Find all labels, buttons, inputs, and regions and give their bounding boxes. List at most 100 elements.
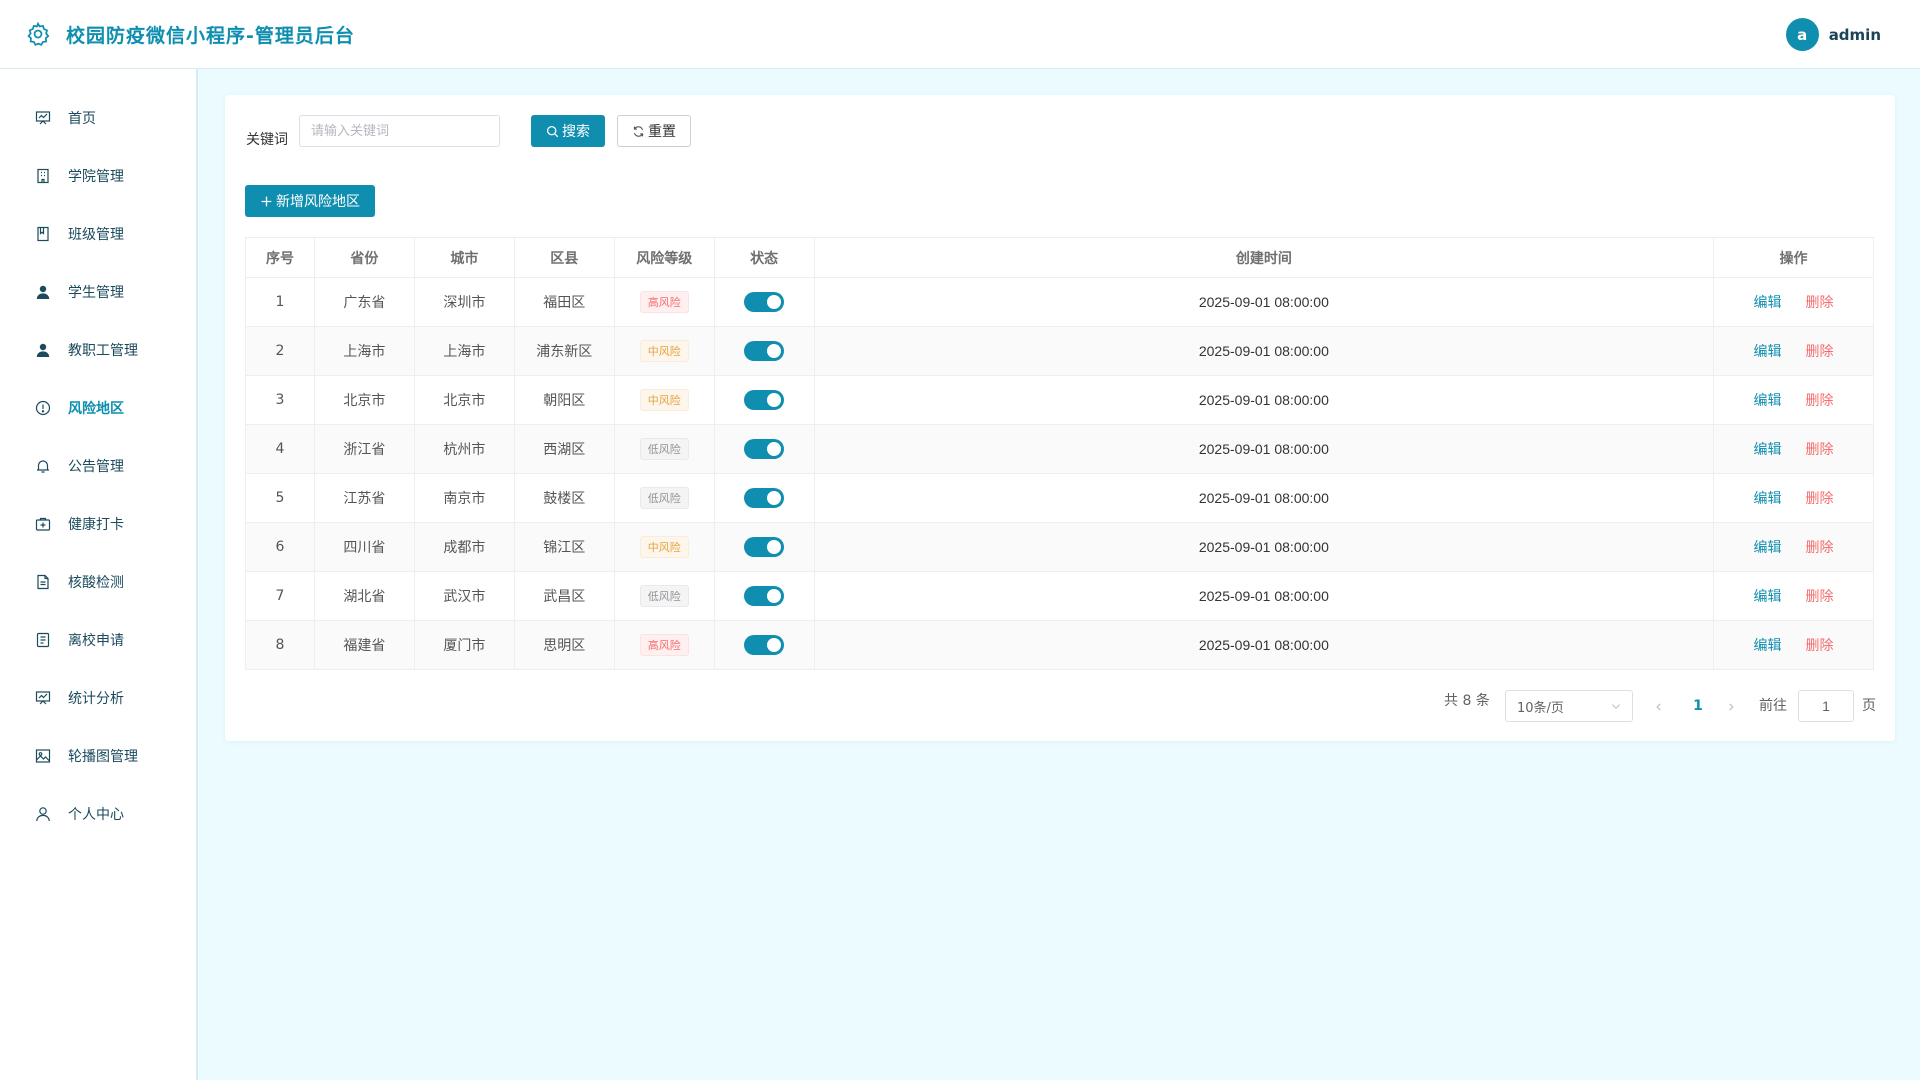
sidebar-item-11[interactable]: 轮播图管理	[0, 736, 196, 776]
goto-page-input[interactable]	[1798, 690, 1854, 722]
delete-button[interactable]: 删除	[1806, 439, 1834, 459]
sidebar-item-10[interactable]: 统计分析	[0, 678, 196, 718]
building-icon	[34, 167, 52, 185]
delete-button[interactable]: 删除	[1806, 390, 1834, 410]
delete-button[interactable]: 删除	[1806, 292, 1834, 312]
app-title: 校园防疫微信小程序-管理员后台	[66, 24, 355, 47]
risk-cell: 中风险	[614, 376, 715, 425]
picture-icon	[34, 747, 52, 765]
document-icon	[34, 573, 52, 591]
first-aid-kit-icon	[34, 515, 52, 533]
edit-button[interactable]: 编辑	[1754, 635, 1782, 655]
sidebar-item-4[interactable]: 教职工管理	[0, 330, 196, 370]
delete-button[interactable]: 删除	[1806, 537, 1834, 557]
province-cell: 四川省	[314, 523, 415, 572]
sidebar-item-5[interactable]: 风险地区	[0, 388, 196, 428]
sidebar-item-label: 首页	[68, 111, 96, 127]
sidebar-item-2[interactable]: 班级管理	[0, 214, 196, 254]
sidebar-item-8[interactable]: 核酸检测	[0, 562, 196, 602]
sidebar-item-label: 学生管理	[68, 285, 124, 301]
delete-button[interactable]: 删除	[1806, 488, 1834, 508]
sidebar-item-12[interactable]: 个人中心	[0, 794, 196, 834]
book-icon	[34, 225, 52, 243]
status-toggle[interactable]	[744, 439, 785, 459]
keyword-label: 关键词	[246, 132, 288, 148]
risk-cell: 低风险	[614, 425, 715, 474]
brand: 校园防疫微信小程序-管理员后台	[24, 20, 355, 48]
sidebar-item-7[interactable]: 健康打卡	[0, 504, 196, 544]
avatar[interactable]: a	[1785, 18, 1819, 51]
pagination-total: 共 8 条	[1444, 693, 1490, 709]
column-header: 状态	[714, 238, 815, 278]
status-toggle[interactable]	[744, 390, 785, 410]
edit-button[interactable]: 编辑	[1754, 586, 1782, 606]
risk-level-tag: 低风险	[639, 487, 689, 509]
sidebar-item-label: 健康打卡	[68, 517, 124, 533]
created-time-cell: 2025-09-01 08:00:00	[814, 474, 1715, 523]
sidebar-item-label: 风险地区	[68, 401, 124, 417]
status-cell	[714, 572, 815, 621]
status-toggle[interactable]	[744, 537, 785, 557]
main-card: 关键词 搜索 重置 新增风险地区 序号省份城市区县风险等级状态创建时间操作 1广…	[225, 95, 1895, 741]
district-cell: 浦东新区	[514, 327, 615, 376]
actions-cell: 编辑 删除	[1714, 621, 1874, 670]
page-number[interactable]: 1	[1688, 690, 1708, 722]
edit-button[interactable]: 编辑	[1754, 292, 1782, 312]
toggle-knob	[767, 491, 782, 505]
toggle-knob	[767, 344, 782, 358]
created-time-cell: 2025-09-01 08:00:00	[814, 523, 1715, 572]
sidebar-item-0[interactable]: 首页	[0, 98, 196, 138]
status-toggle[interactable]	[744, 341, 785, 361]
delete-button[interactable]: 删除	[1806, 341, 1834, 361]
status-toggle[interactable]	[744, 488, 785, 508]
edit-button[interactable]: 编辑	[1754, 439, 1782, 459]
delete-button[interactable]: 删除	[1806, 635, 1834, 655]
table-row: 2 上海市 上海市 浦东新区 中风险 2025-09-01 08:00:00 编辑 删除	[246, 327, 1874, 376]
risk-level-tag: 中风险	[639, 389, 689, 411]
province-cell: 广东省	[314, 278, 415, 327]
city-cell: 成都市	[414, 523, 515, 572]
prev-page-button[interactable]	[1649, 690, 1669, 722]
sidebar-item-9[interactable]: 离校申请	[0, 620, 196, 660]
sidebar-item-3[interactable]: 学生管理	[0, 272, 196, 312]
column-header: 序号	[246, 238, 315, 278]
column-header: 创建时间	[814, 238, 1715, 278]
province-cell: 浙江省	[314, 425, 415, 474]
search-button[interactable]: 搜索	[531, 115, 605, 147]
add-risk-area-button[interactable]: 新增风险地区	[245, 185, 375, 217]
status-toggle[interactable]	[744, 586, 785, 606]
toggle-knob	[767, 589, 782, 603]
username[interactable]: admin	[1829, 26, 1881, 44]
edit-button[interactable]: 编辑	[1754, 537, 1782, 557]
reset-button-label: 重置	[648, 124, 676, 140]
district-cell: 锦江区	[514, 523, 615, 572]
actions-cell: 编辑 删除	[1714, 523, 1874, 572]
next-page-button[interactable]	[1721, 690, 1741, 722]
delete-button[interactable]: 删除	[1806, 586, 1834, 606]
sidebar-item-6[interactable]: 公告管理	[0, 446, 196, 486]
table-row: 8 福建省 厦门市 思明区 高风险 2025-09-01 08:00:00 编辑 删除	[246, 621, 1874, 670]
search-button-label: 搜索	[562, 124, 590, 140]
top-bar: 校园防疫微信小程序-管理员后台 a admin	[0, 0, 1920, 69]
warning-circle-icon	[34, 399, 52, 417]
chevron-right-icon	[1726, 697, 1736, 716]
edit-button[interactable]: 编辑	[1754, 341, 1782, 361]
created-time-cell: 2025-09-01 08:00:00	[814, 572, 1715, 621]
table-row: 4 浙江省 杭州市 西湖区 低风险 2025-09-01 08:00:00 编辑 删除	[246, 425, 1874, 474]
keyword-input[interactable]	[299, 115, 500, 147]
district-cell: 鼓楼区	[514, 474, 615, 523]
edit-button[interactable]: 编辑	[1754, 488, 1782, 508]
chart-board-icon	[34, 689, 52, 707]
sidebar-item-1[interactable]: 学院管理	[0, 156, 196, 196]
toggle-knob	[767, 540, 782, 554]
user-menu[interactable]: a admin	[1785, 18, 1881, 51]
row-index: 5	[246, 474, 315, 523]
status-toggle[interactable]	[744, 292, 785, 312]
sidebar-item-label: 学院管理	[68, 169, 124, 185]
page-size-select[interactable]: 10条/页	[1505, 690, 1633, 722]
reset-button[interactable]: 重置	[617, 115, 691, 147]
edit-button[interactable]: 编辑	[1754, 390, 1782, 410]
row-index: 8	[246, 621, 315, 670]
sidebar-item-label: 公告管理	[68, 459, 124, 475]
status-toggle[interactable]	[744, 635, 785, 655]
